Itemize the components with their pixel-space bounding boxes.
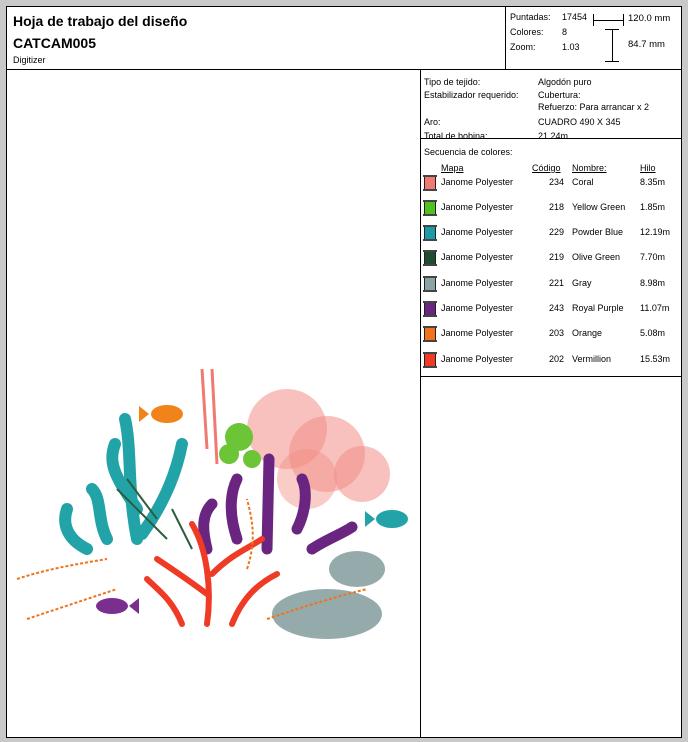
thread-length: 7.70m (640, 252, 666, 262)
coral-reef-embroidery-image (16, 368, 408, 639)
teal-fish-icon (365, 510, 408, 528)
thread-code: 243 (549, 303, 565, 313)
thread-spool-icon (423, 352, 437, 368)
colors-value: 8 (562, 27, 568, 37)
thread-code: 203 (549, 328, 565, 338)
col-map: Mapa (441, 163, 464, 173)
thread-brand: Janome Polyester (441, 227, 514, 237)
thread-name: Powder Blue (572, 227, 624, 237)
col-name: Nombre: (572, 163, 607, 173)
thread-name: Royal Purple (572, 303, 624, 313)
thread-length: 8.35m (640, 177, 666, 187)
thread-name: Olive Green (572, 252, 621, 262)
thread-code: 229 (549, 227, 565, 237)
col-code: Código (532, 163, 561, 173)
col-thread: Hilo (640, 163, 656, 173)
thread-spool-icon (423, 200, 437, 216)
thread-spool-icon (423, 301, 437, 317)
thread-brand: Janome Polyester (441, 202, 514, 212)
thread-name: Gray (572, 278, 592, 288)
colors-label: Colores: (510, 27, 544, 37)
purple-fish-icon (96, 598, 139, 614)
worksheet: Hoja de trabajo del diseño CATCAM005 Dig… (6, 6, 682, 738)
subtitle: Digitizer (13, 55, 46, 65)
zoom-value: 1.03 (562, 42, 580, 52)
thread-spool-icon (423, 225, 437, 241)
width-value: 120.0 mm (628, 13, 671, 24)
fabric-label: Tipo de tejido: (424, 77, 481, 87)
stabilizer-label: Estabilizador requerido: (424, 90, 519, 100)
stabilizer-value-2: Refuerzo: Para arrancar x 2 (538, 102, 650, 112)
width-arrow-icon (593, 20, 623, 21)
thread-brand: Janome Polyester (441, 328, 514, 338)
thread-brand: Janome Polyester (441, 278, 514, 288)
thread-length: 12.19m (640, 227, 671, 237)
thread-spool-icon (423, 276, 437, 292)
stitches-label: Puntadas: (510, 12, 551, 22)
orange-fish-icon (139, 405, 183, 423)
thread-spool-icon (423, 250, 437, 266)
thread-code: 221 (549, 278, 565, 288)
thread-spool-icon (423, 326, 437, 342)
thread-name: Vermillion (572, 354, 612, 364)
stabilizer-value-1: Cubertura: (538, 90, 581, 100)
worksheet-title: Hoja de trabajo del diseño (13, 13, 188, 29)
teal-coral (59, 413, 188, 555)
zoom-label: Zoom: (510, 42, 536, 52)
thread-length: 1.85m (640, 202, 666, 212)
thread-code: 234 (549, 177, 565, 187)
thread-length: 15.53m (640, 354, 671, 364)
thread-name: Orange (572, 328, 603, 338)
design-preview (7, 69, 421, 737)
color-sequence: Secuencia de colores: Mapa Código Nombre… (421, 138, 681, 377)
height-value: 84.7 mm (628, 39, 665, 50)
thread-length: 5.08m (640, 328, 666, 338)
thread-brand: Janome Polyester (441, 252, 514, 262)
hoop-value: CUADRO 490 X 345 (538, 117, 621, 127)
thread-name: Yellow Green (572, 202, 626, 212)
fabric-value: Algodón puro (538, 77, 592, 87)
header: Hoja de trabajo del diseño CATCAM005 Dig… (7, 7, 681, 70)
thread-name: Coral (572, 177, 594, 187)
thread-code: 202 (549, 354, 565, 364)
stitches-value: 17454 (562, 12, 588, 22)
design-code: CATCAM005 (13, 35, 96, 51)
thread-brand: Janome Polyester (441, 177, 514, 187)
hoop-label: Aro: (424, 117, 441, 127)
thread-code: 219 (549, 252, 565, 262)
thread-length: 11.07m (640, 303, 670, 313)
thread-code: 218 (549, 202, 565, 212)
sequence-title: Secuencia de colores: (424, 147, 513, 157)
height-arrow-icon (612, 29, 613, 61)
thread-brand: Janome Polyester (441, 354, 514, 364)
thread-length: 8.98m (640, 278, 666, 288)
thread-spool-icon (423, 175, 437, 191)
thread-brand: Janome Polyester (441, 303, 514, 313)
